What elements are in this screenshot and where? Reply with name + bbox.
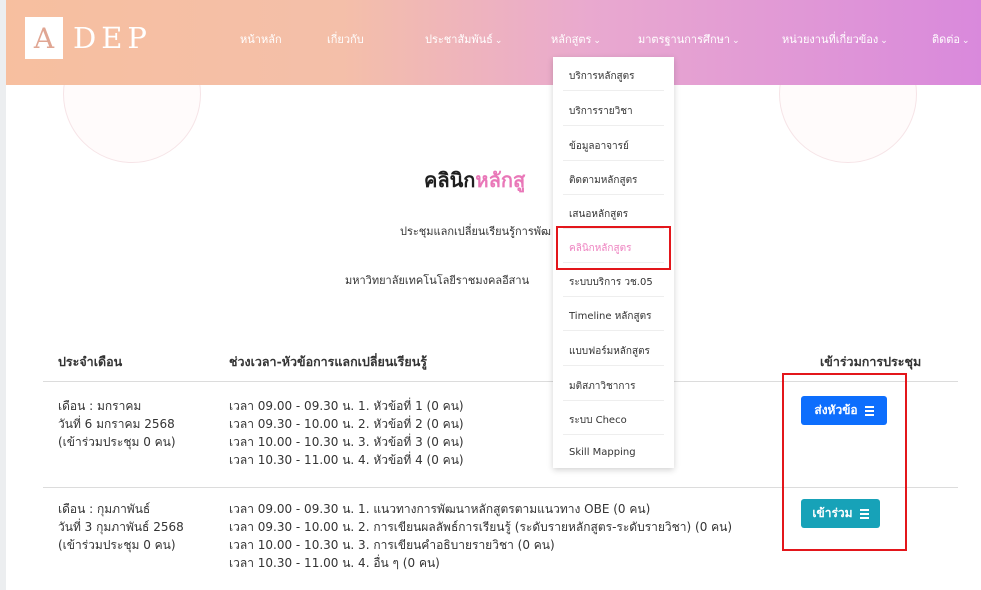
window-left-edge — [0, 0, 6, 590]
table-row-topics: เวลา 09.00 - 09.30 น. 1. หัวข้อที่ 1 (0 … — [229, 399, 464, 467]
dropdown-item[interactable]: ระบบ Checo — [569, 413, 627, 428]
dropdown-item[interactable]: Timeline หลักสูตร — [569, 309, 651, 324]
nav-item-agencies[interactable]: หน่วยงานที่เกี่ยวข้อง ⌄ — [782, 30, 888, 48]
dropdown-item[interactable]: ระบบบริการ วช.05 — [569, 275, 653, 290]
top-navbar: A DEP หน้าหลัก เกี่ยวกับ ประชาสัมพันธ์ ⌄ … — [0, 0, 981, 85]
dropdown-item[interactable]: บริการหลักสูตร — [569, 69, 635, 84]
nav-item-home[interactable]: หน้าหลัก — [240, 30, 282, 48]
dropdown-divider — [563, 296, 664, 297]
dropdown-item[interactable]: ติดตามหลักสูตร — [569, 173, 637, 188]
dropdown-item[interactable]: เสนอหลักสูตร — [569, 207, 628, 222]
dropdown-divider — [563, 330, 664, 331]
chevron-down-icon: ⌄ — [593, 36, 601, 46]
logo-mark[interactable]: A — [25, 17, 63, 59]
chevron-down-icon: ⌄ — [962, 36, 970, 46]
nav-item-news[interactable]: ประชาสัมพันธ์ ⌄ — [425, 30, 502, 48]
dropdown-divider — [563, 90, 664, 91]
dropdown-item[interactable]: แบบฟอร์มหลักสูตร — [569, 344, 650, 359]
nav-item-standards[interactable]: มาตรฐานการศึกษา ⌄ — [638, 30, 740, 48]
highlight-box-buttons — [782, 373, 907, 551]
header-month: ประจำเดือน — [58, 354, 123, 369]
dropdown-divider — [563, 125, 664, 126]
table-row-month: เดือน : มกราคม วันที่ 6 มกราคม 2568 (เข้… — [58, 399, 176, 449]
nav-item-curriculum[interactable]: หลักสูตร ⌄ — [551, 30, 601, 48]
nav-item-about[interactable]: เกี่ยวกับ — [327, 30, 364, 48]
dropdown-divider — [563, 400, 664, 401]
chevron-down-icon: ⌄ — [880, 36, 888, 46]
dropdown-divider — [563, 365, 664, 366]
dropdown-divider — [563, 434, 664, 435]
highlight-box-active-item — [556, 226, 671, 270]
page-subtitle: ประชุมแลกเปลี่ยนเรียนรู้การพัฒ — [400, 225, 551, 238]
table-row-topics: เวลา 09.00 - 09.30 น. 1. แนวทางการพัฒนาห… — [229, 502, 733, 570]
dropdown-item[interactable]: Skill Mapping — [569, 447, 636, 458]
dropdown-item[interactable]: บริการรายวิชา — [569, 104, 633, 119]
dropdown-divider — [563, 160, 664, 161]
chevron-down-icon: ⌄ — [732, 36, 740, 46]
page-title: คลินิกหลักสู — [424, 168, 526, 192]
chevron-down-icon: ⌄ — [494, 36, 503, 46]
table-row-month: เดือน : กุมภาพันธ์ วันที่ 3 กุมภาพันธ์ 2… — [58, 502, 184, 552]
dropdown-item[interactable]: ข้อมูลอาจารย์ — [569, 139, 629, 154]
header-join: เข้าร่วมการประชุม — [820, 354, 922, 369]
nav-item-contact[interactable]: ติดต่อ ⌄ — [932, 30, 970, 48]
header-topics: ช่วงเวลา-หัวข้อการแลกเปลี่ยนเรียนรู้ — [229, 354, 427, 369]
page-institution: มหาวิทยาลัยเทคโนโลยีราชมงคลอีสาน — [345, 274, 530, 287]
dropdown-divider — [563, 194, 664, 195]
logo-text[interactable]: DEP — [73, 17, 152, 59]
dropdown-item[interactable]: มติสภาวิชาการ — [569, 379, 635, 394]
